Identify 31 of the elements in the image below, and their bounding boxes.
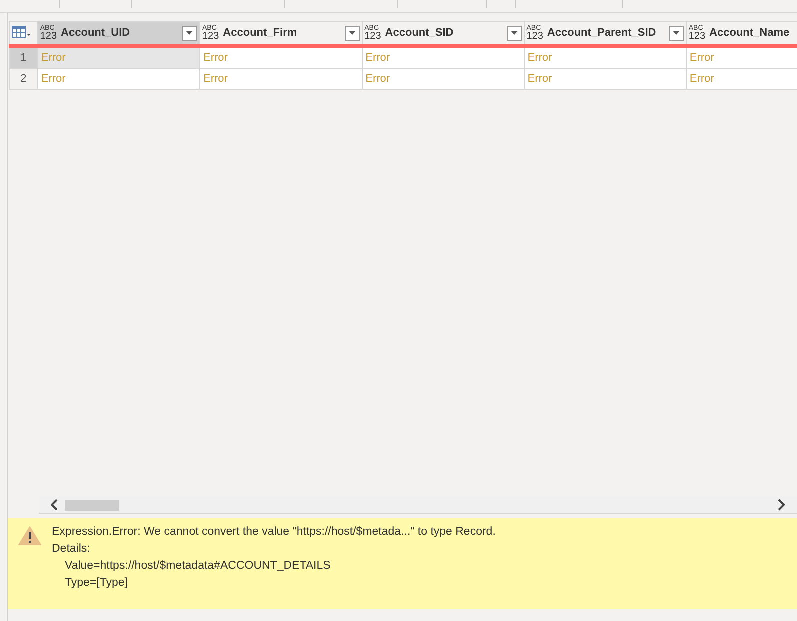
caret-icon xyxy=(348,31,356,35)
filter-dropdown-button[interactable] xyxy=(344,26,360,40)
error-cell[interactable]: Error xyxy=(524,46,686,68)
filter-dropdown-button[interactable] xyxy=(506,26,522,40)
caret-icon xyxy=(672,31,680,35)
column-name: Account_Name xyxy=(710,27,791,39)
error-cell[interactable]: Error xyxy=(38,46,200,68)
error-cell[interactable]: Error xyxy=(362,46,524,68)
error-cell[interactable]: Error xyxy=(200,68,362,90)
caret-icon xyxy=(510,31,518,35)
error-cell[interactable]: Error xyxy=(38,68,200,90)
error-cell[interactable]: Error xyxy=(524,68,686,90)
scrollbar-thumb[interactable] xyxy=(65,500,119,510)
details-label: Details: xyxy=(52,543,92,555)
error-message: Expression.Error: We cannot convert the value "https://host/$metada..." to type Record. xyxy=(52,526,496,538)
filter-dropdown-button[interactable] xyxy=(668,26,684,40)
column-name: Account_UID xyxy=(61,27,132,39)
table-icon xyxy=(12,26,32,38)
warning-icon xyxy=(18,526,42,546)
error-detail: Type=[Type] xyxy=(64,577,129,589)
column-name: Account_Firm xyxy=(223,27,298,39)
row-number[interactable]: 2 xyxy=(10,68,38,90)
error-cell[interactable]: Error xyxy=(200,46,362,68)
error-detail: Value=https://host/$metadata#ACCOUNT_DETAILS xyxy=(64,560,332,572)
error-cell[interactable]: Error xyxy=(362,68,524,90)
table-menu-button[interactable] xyxy=(10,22,38,46)
caret-icon xyxy=(186,31,194,35)
column-name: Account_Parent_SID xyxy=(547,27,658,39)
row-number[interactable]: 1 xyxy=(10,46,38,68)
column-name: Account_SID xyxy=(385,27,455,39)
filter-dropdown-button[interactable] xyxy=(182,26,198,40)
